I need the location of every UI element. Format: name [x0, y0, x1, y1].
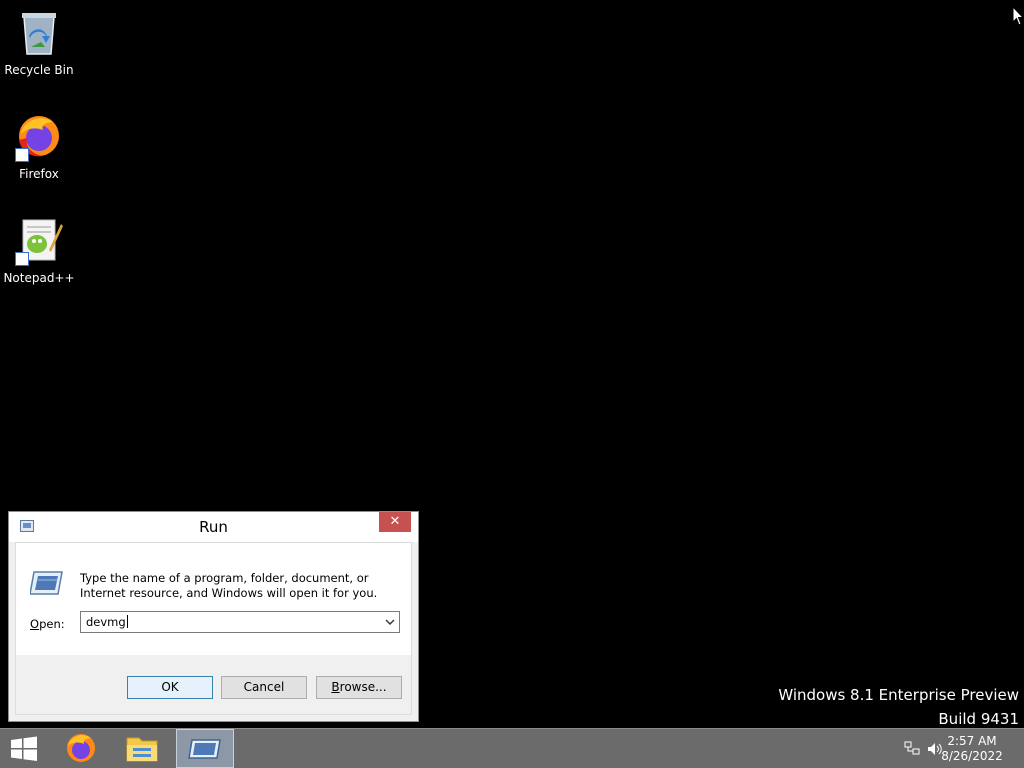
system-tray: 2:57 AM 8/26/2022 — [884, 729, 1024, 768]
windows-start-icon — [11, 736, 37, 761]
network-icon[interactable] — [904, 741, 920, 757]
windows-watermark: Windows 8.1 Enterprise Preview Build 943… — [778, 683, 1019, 731]
firefox-icon — [13, 112, 65, 164]
run-dialog-body: Type the name of a program, folder, docu… — [15, 542, 412, 715]
open-label: Open: — [30, 617, 65, 631]
taskbar-firefox[interactable] — [52, 729, 110, 768]
shortcut-arrow-icon — [15, 252, 29, 266]
browse-button-label: rowse... — [339, 680, 387, 694]
desktop-icon-label: Recycle Bin — [4, 63, 74, 77]
open-input[interactable]: devmg — [86, 615, 128, 629]
start-button[interactable] — [0, 729, 58, 768]
recycle-bin-icon — [13, 8, 65, 60]
run-program-icon — [30, 571, 63, 595]
open-label-text: pen: — [39, 617, 65, 631]
taskbar-run[interactable] — [176, 729, 234, 768]
desktop-icon-firefox[interactable]: Firefox — [1, 112, 77, 181]
cancel-button-label: Cancel — [243, 680, 285, 694]
taskbar-clock[interactable]: 2:57 AM 8/26/2022 — [937, 734, 1007, 764]
open-combobox[interactable]: devmg — [80, 611, 400, 633]
browse-accelerator: B — [331, 680, 340, 694]
open-label-accelerator: O — [30, 617, 40, 631]
run-dialog-titlebar[interactable]: Run ✕ — [9, 512, 418, 542]
run-dialog-title: Run — [199, 518, 228, 536]
chevron-down-icon[interactable] — [385, 617, 395, 627]
watermark-edition: Windows 8.1 Enterprise Preview — [778, 686, 1019, 704]
shortcut-arrow-icon — [15, 148, 29, 162]
cancel-button[interactable]: Cancel — [221, 676, 307, 699]
clock-time: 2:57 AM — [947, 734, 997, 748]
open-input-value: devmg — [86, 615, 126, 629]
browse-button[interactable]: Browse... — [316, 676, 402, 699]
mouse-cursor-icon — [1012, 6, 1024, 26]
button-strip: OK Cancel Browse... — [16, 655, 411, 714]
file-explorer-icon — [126, 737, 158, 762]
ok-button-label: OK — [161, 680, 179, 694]
desktop-icon-label: Firefox — [19, 167, 59, 181]
run-dialog: Run ✕ Type the name of a program, folder… — [8, 511, 419, 722]
run-icon — [188, 739, 221, 759]
desktop-icon-notepadpp[interactable]: Notepad++ — [1, 216, 77, 285]
desktop-icon-label: Notepad++ — [3, 271, 75, 285]
close-button[interactable]: ✕ — [379, 512, 411, 532]
taskbar: 2:57 AM 8/26/2022 — [0, 728, 1024, 768]
close-icon: ✕ — [389, 514, 401, 529]
text-caret — [126, 615, 128, 628]
notepadpp-icon — [13, 216, 65, 268]
taskbar-file-explorer[interactable] — [113, 729, 171, 768]
desktop-icon-recycle-bin[interactable]: Recycle Bin — [1, 8, 77, 77]
clock-date: 8/26/2022 — [941, 749, 1003, 763]
run-description: Type the name of a program, folder, docu… — [80, 571, 378, 600]
ok-button[interactable]: OK — [127, 676, 213, 699]
firefox-icon — [67, 734, 95, 762]
